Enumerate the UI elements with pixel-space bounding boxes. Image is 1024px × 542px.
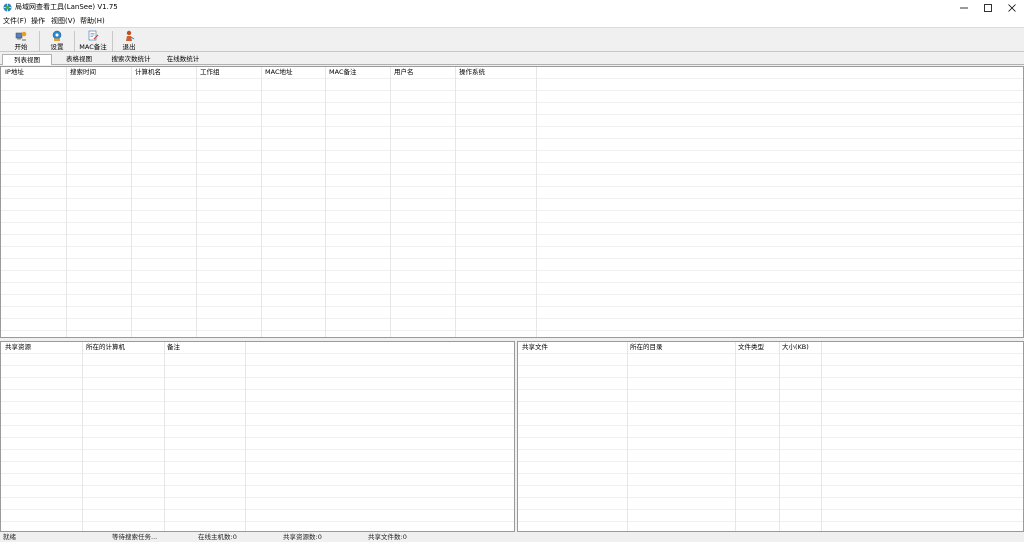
exit-icon [126, 30, 135, 41]
header-file-type[interactable]: 文件类型 [738, 343, 764, 352]
column-host-computer: 所在的计算机 [83, 342, 165, 531]
menu-bar: 文件(F) 操作 视图(V) 帮助(H) [0, 15, 1024, 27]
header-computer-name[interactable]: 计算机名 [135, 68, 161, 77]
settings-label: 设置 [50, 43, 64, 51]
toolbar-separator [112, 31, 113, 51]
status-bar: 就绪 等待搜索任务... 在线主机数:0 共享资源数:0 共享文件数:0 [0, 533, 1024, 541]
column-os: 操作系统 [456, 67, 537, 337]
start-button[interactable]: 开始 [10, 30, 32, 52]
header-remark[interactable]: 备注 [167, 343, 180, 352]
column-mac-note: MAC备注 [326, 67, 391, 337]
tab-online-count[interactable]: 在线数统计 [158, 54, 208, 65]
exit-button[interactable]: 退出 [118, 30, 140, 52]
menu-view[interactable]: 视图(V) [51, 17, 75, 25]
start-label: 开始 [14, 43, 28, 51]
status-share-count: 共享资源数:0 [283, 533, 322, 541]
column-file-type: 文件类型 [736, 342, 780, 531]
close-icon [1008, 3, 1016, 12]
host-list[interactable]: IP地址 搜索时间 计算机名 工作组 MAC地址 MAC备注 用户名 操作系统 [0, 66, 1024, 338]
header-directory[interactable]: 所在的目录 [630, 343, 663, 352]
toolbar-separator [39, 31, 40, 51]
status-file-count: 共享文件数:0 [368, 533, 407, 541]
header-mac-note[interactable]: MAC备注 [329, 68, 356, 77]
maximize-icon [984, 3, 992, 12]
tab-search-count[interactable]: 搜索次数统计 [106, 54, 156, 65]
header-username[interactable]: 用户名 [394, 68, 414, 77]
header-workgroup[interactable]: 工作组 [200, 68, 220, 77]
toolbar: 开始 设置 MAC备注 退出 [0, 27, 1024, 52]
app-icon [3, 3, 12, 12]
status-ready: 就绪 [3, 533, 16, 541]
status-task: 等待搜索任务... [112, 533, 158, 541]
column-workgroup: 工作组 [197, 67, 262, 337]
status-online-hosts: 在线主机数:0 [198, 533, 237, 541]
window-title: 局域网查看工具(LanSee) V1.75 [15, 3, 118, 11]
share-list[interactable]: 共享资源 所在的计算机 备注 [0, 341, 515, 532]
header-host-computer[interactable]: 所在的计算机 [86, 343, 125, 352]
title-bar: 局域网查看工具(LanSee) V1.75 [0, 0, 1024, 15]
minimize-icon [960, 7, 968, 8]
menu-help[interactable]: 帮助(H) [80, 17, 105, 25]
tab-list-view[interactable]: 列表视图 [2, 54, 52, 65]
column-search-time: 搜索时间 [67, 67, 132, 337]
minimize-button[interactable] [952, 0, 976, 15]
start-icon [15, 31, 27, 41]
settings-button[interactable]: 设置 [46, 30, 68, 52]
maximize-button[interactable] [976, 0, 1000, 15]
column-computer-name: 计算机名 [132, 67, 197, 337]
header-mac[interactable]: MAC地址 [265, 68, 292, 77]
tab-table-view[interactable]: 表格视图 [54, 54, 104, 65]
column-username: 用户名 [391, 67, 456, 337]
header-search-time[interactable]: 搜索时间 [70, 68, 96, 77]
header-share-resource[interactable]: 共享资源 [5, 343, 31, 352]
column-size: 大小(KB) [780, 342, 822, 531]
header-size[interactable]: 大小(KB) [782, 343, 809, 352]
header-ip[interactable]: IP地址 [5, 68, 24, 77]
column-remark: 备注 [165, 342, 246, 531]
mac-note-button[interactable]: MAC备注 [78, 30, 108, 52]
close-button[interactable] [1000, 0, 1024, 15]
header-share-file[interactable]: 共享文件 [522, 343, 548, 352]
view-tabs: 列表视图 表格视图 搜索次数统计 在线数统计 [0, 53, 1024, 65]
column-share-file: 共享文件 [518, 342, 628, 531]
mac-note-icon [88, 30, 99, 41]
exit-label: 退出 [122, 43, 136, 51]
column-share-resource: 共享资源 [1, 342, 83, 531]
column-mac: MAC地址 [262, 67, 326, 337]
file-list[interactable]: 共享文件 所在的目录 文件类型 大小(KB) [517, 341, 1024, 532]
menu-operation[interactable]: 操作 [31, 17, 45, 25]
header-os[interactable]: 操作系统 [459, 68, 485, 77]
settings-icon [52, 30, 62, 41]
column-ip: IP地址 [1, 67, 67, 337]
menu-file[interactable]: 文件(F) [3, 17, 27, 25]
column-directory: 所在的目录 [628, 342, 736, 531]
toolbar-separator [74, 31, 75, 51]
mac-note-label: MAC备注 [79, 43, 107, 51]
